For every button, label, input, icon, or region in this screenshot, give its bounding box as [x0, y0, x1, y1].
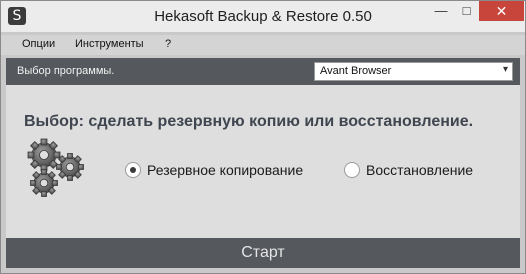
program-select-label: Выбор программы.	[17, 65, 115, 77]
radio-restore-label[interactable]: Восстановление	[366, 162, 473, 178]
maximize-button[interactable]: □	[454, 1, 479, 21]
gears-icon	[27, 138, 84, 197]
menu-tools[interactable]: Инструменты	[75, 38, 144, 50]
radio-backup[interactable]	[125, 162, 141, 178]
radio-selected-dot	[130, 167, 136, 173]
title-bar[interactable]: S Hekasoft Backup & Restore 0.50 — □ ✕	[1, 1, 525, 32]
app-window: S Hekasoft Backup & Restore 0.50 — □ ✕ О…	[0, 0, 526, 274]
program-select-bar: Выбор программы. Avant Browser ▾	[6, 58, 520, 85]
radio-backup-label[interactable]: Резервное копирование	[147, 162, 303, 178]
menu-options[interactable]: Опции	[22, 38, 55, 50]
radio-restore[interactable]	[344, 162, 360, 178]
program-select[interactable]: Avant Browser ▾	[314, 62, 513, 81]
page-title: Выбор: сделать резервную копию или восст…	[24, 113, 474, 130]
program-select-value: Avant Browser	[320, 65, 392, 77]
minimize-button[interactable]: —	[428, 1, 454, 21]
start-button[interactable]: Старт	[6, 238, 520, 268]
menu-bar: Опции Инструменты ?	[1, 35, 525, 55]
main-panel: Выбор: сделать резервную копию или восст…	[6, 85, 520, 238]
chevron-down-icon: ▾	[502, 64, 508, 75]
menu-help[interactable]: ?	[165, 38, 171, 50]
close-button[interactable]: ✕	[479, 1, 524, 21]
